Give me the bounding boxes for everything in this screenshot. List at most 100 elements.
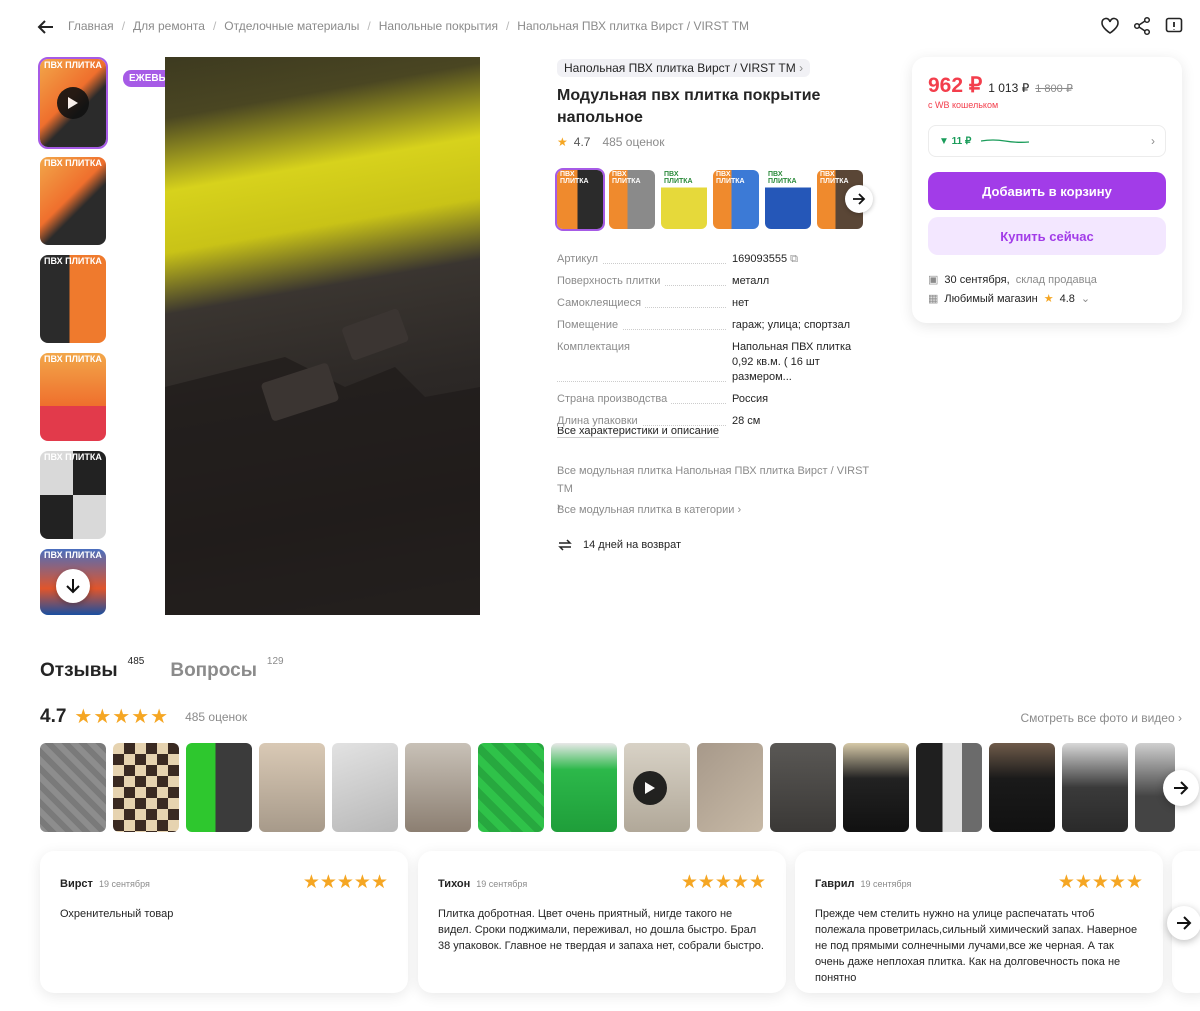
review-photo[interactable] bbox=[843, 743, 909, 832]
review-photo[interactable] bbox=[989, 743, 1055, 832]
review-date: 19 сентября bbox=[98, 878, 150, 889]
box-icon: ▣ bbox=[928, 274, 939, 286]
brand-chip[interactable]: Напольная ПВХ плитка Вирст / VIRST TM › bbox=[557, 59, 811, 77]
price-drop: ▼ 11 ₽ bbox=[939, 135, 972, 147]
variant-label: ПВХ ПЛИТКА bbox=[716, 171, 745, 185]
variant-label: ПВХ ПЛИТКА bbox=[664, 171, 693, 185]
thumb-label: ПВХ ПЛИТКА bbox=[44, 60, 102, 70]
spec-value: гараж; улица; спортзал bbox=[732, 319, 851, 331]
review-text: Прежде чем стелить нужно на улице распеч… bbox=[815, 908, 1138, 984]
review-card[interactable]: Гаврил 19 сентября ★★★★★ Прежде чем стели… bbox=[795, 851, 1163, 993]
color-variant[interactable]: ПВХ ПЛИТКА bbox=[661, 170, 707, 229]
breadcrumb-item[interactable]: Главная bbox=[68, 19, 114, 33]
breadcrumb-item[interactable]: Для ремонта bbox=[133, 19, 205, 33]
review-photo[interactable] bbox=[40, 743, 106, 832]
shop-name: Любимый магазин bbox=[944, 292, 1038, 305]
main-product-image[interactable] bbox=[165, 57, 480, 615]
color-variant[interactable]: ПВХ ПЛИТКА bbox=[555, 168, 605, 231]
tab-questions[interactable]: Вопросы 129 bbox=[170, 656, 283, 682]
review-photo[interactable] bbox=[405, 743, 471, 832]
review-date: 19 сентября bbox=[476, 878, 528, 889]
spec-row: Помещение гараж; улица; спортзал bbox=[557, 318, 887, 333]
color-variant[interactable]: ПВХ ПЛИТКА bbox=[609, 170, 655, 229]
buy-now-button[interactable]: Купить сейчас bbox=[928, 217, 1166, 255]
delivery-source: склад продавца bbox=[1015, 273, 1097, 286]
review-photo[interactable] bbox=[332, 743, 398, 832]
scroll-down-icon[interactable] bbox=[56, 569, 90, 603]
spec-key: Самоклеящиеся bbox=[557, 297, 646, 309]
share-icon[interactable] bbox=[1132, 16, 1152, 36]
returns-text: 14 дней на возврат bbox=[583, 539, 681, 551]
see-all-media-link[interactable]: Смотреть все фото и видео › bbox=[1020, 711, 1182, 725]
spec-row: Длина упаковки 28 см bbox=[557, 414, 887, 429]
heart-icon[interactable] bbox=[1100, 16, 1120, 36]
reviewer-name: Вирст bbox=[60, 877, 93, 890]
gallery-thumb[interactable]: ПВХ ПЛИТКА bbox=[40, 549, 106, 615]
back-arrow-icon[interactable] bbox=[36, 17, 56, 37]
color-variant[interactable]: ПВХ ПЛИТКА bbox=[713, 170, 759, 229]
spec-value: металл bbox=[732, 275, 770, 287]
regular-price: 1 013 ₽ bbox=[988, 81, 1030, 95]
price-trend-icon bbox=[981, 139, 1030, 143]
rating-stars: ★★★★★ bbox=[74, 706, 170, 728]
spec-row: Комплектация Напольная ПВХ плитка 0,92 кв… bbox=[557, 340, 887, 385]
spec-value: 28 см bbox=[732, 415, 761, 427]
breadcrumb-item[interactable]: Напольные покрытия bbox=[379, 19, 498, 33]
review-card[interactable]: Тихон 19 сентября ★★★★★ Плитка добротная.… bbox=[418, 851, 786, 993]
review-photo[interactable] bbox=[1062, 743, 1128, 832]
photos-next-button[interactable] bbox=[1163, 770, 1199, 806]
product-rating[interactable]: ★ 4.7 485 оценок bbox=[557, 135, 664, 149]
price-history[interactable]: ▼ 11 ₽ › bbox=[928, 125, 1166, 157]
category-link[interactable]: Все модульная плитка в категории › bbox=[557, 504, 741, 516]
spec-value: Россия bbox=[732, 393, 769, 405]
review-photo[interactable] bbox=[259, 743, 325, 832]
shop-info[interactable]: ▦ Любимый магазин ★ 4.8 ⌄ bbox=[928, 292, 1090, 306]
breadcrumb-item[interactable]: Напольная ПВХ плитка Вирст / VIRST TM bbox=[517, 19, 749, 33]
variants-next-button[interactable] bbox=[845, 185, 873, 213]
color-variant[interactable]: ПВХ ПЛИТКА bbox=[765, 170, 811, 229]
review-photo[interactable] bbox=[551, 743, 617, 832]
report-icon[interactable] bbox=[1164, 16, 1184, 36]
gallery-thumb[interactable]: ПВХ ПЛИТКА bbox=[40, 157, 106, 245]
review-photo[interactable] bbox=[697, 743, 763, 832]
tab-reviews[interactable]: Отзывы 485 bbox=[40, 656, 144, 682]
reviews-next-button[interactable] bbox=[1167, 906, 1200, 940]
color-variants: ПВХ ПЛИТКА ПВХ ПЛИТКА ПВХ ПЛИТКА ПВХ ПЛИ… bbox=[555, 168, 863, 231]
buy-box: 962 ₽ 1 013 ₽ 1 800 ₽ с WB кошельком ▼ 1… bbox=[912, 57, 1182, 323]
reviews-tabs: Отзывы 485 Вопросы 129 bbox=[40, 656, 284, 682]
review-photo[interactable] bbox=[916, 743, 982, 832]
delivery-info: ▣ 30 сентября, склад продавца bbox=[928, 273, 1097, 287]
spec-key: Длина упаковки bbox=[557, 415, 642, 427]
tab-questions-count: 129 bbox=[266, 656, 284, 667]
wallet-note[interactable]: с WB кошельком bbox=[928, 100, 998, 110]
play-icon[interactable] bbox=[57, 87, 89, 119]
review-stars: ★★★★★ bbox=[302, 872, 388, 893]
breadcrumb-item[interactable]: Отделочные материалы bbox=[224, 19, 359, 33]
review-photo[interactable] bbox=[186, 743, 252, 832]
review-photo[interactable] bbox=[770, 743, 836, 832]
review-card[interactable]: Вирст 19 сентября ★★★★★ Охренительный тов… bbox=[40, 851, 408, 993]
thumb-label: ПВХ ПЛИТКА bbox=[44, 452, 102, 462]
reviewer-name: Гаврил bbox=[815, 877, 855, 890]
breadcrumb: Главная / Для ремонта / Отделочные материа… bbox=[68, 19, 750, 33]
spec-value: Напольная ПВХ плитка 0,92 кв.м. ( 16 шт … bbox=[732, 341, 852, 383]
gallery-thumb[interactable]: ПВХ ПЛИТКА bbox=[40, 353, 106, 441]
spec-row: Артикул 169093555 ⧉ bbox=[557, 252, 887, 267]
brand-name: Напольная ПВХ плитка Вирст / VIRST TM bbox=[564, 61, 796, 75]
spec-value: нет bbox=[732, 297, 749, 309]
add-to-cart-button[interactable]: Добавить в корзину bbox=[928, 172, 1166, 210]
spec-key: Страна производства bbox=[557, 393, 672, 405]
gallery-thumb[interactable]: ПВХ ПЛИТКА bbox=[40, 451, 106, 539]
brand-products-text: Все модульная плитка Напольная ПВХ плитк… bbox=[557, 465, 869, 495]
gallery-thumb[interactable]: ПВХ ПЛИТКА bbox=[38, 57, 108, 149]
play-icon[interactable] bbox=[633, 771, 667, 805]
copy-icon[interactable]: ⧉ bbox=[790, 253, 798, 265]
rating-count: 485 оценок bbox=[602, 135, 665, 149]
review-photo[interactable] bbox=[113, 743, 179, 832]
review-photo[interactable] bbox=[624, 743, 690, 832]
review-text: Охренительный товар bbox=[60, 908, 174, 920]
delivery-date: 30 сентября, bbox=[944, 273, 1010, 286]
gallery-thumb[interactable]: ПВХ ПЛИТКА bbox=[40, 255, 106, 343]
spec-key: Артикул bbox=[557, 253, 603, 265]
review-photo[interactable] bbox=[478, 743, 544, 832]
